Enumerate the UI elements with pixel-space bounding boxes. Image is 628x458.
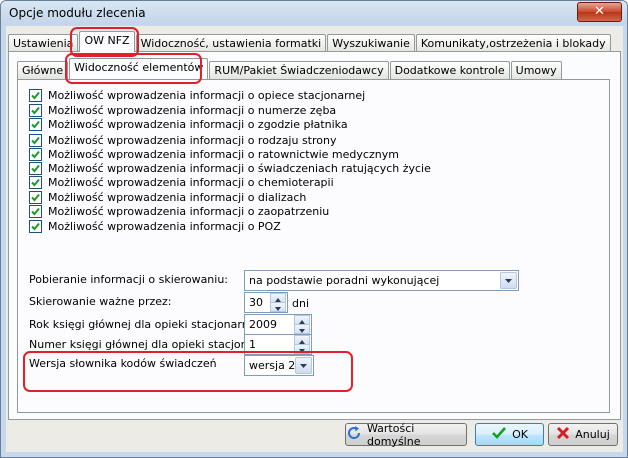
defaults-button[interactable]: Wartości domyślne <box>345 421 467 448</box>
referral-combobox[interactable]: na podstawie poradni wykonującej <box>244 270 519 291</box>
checkbox[interactable] <box>29 191 42 204</box>
checkbox-label: Możliwość wprowadzenia informacji o świa… <box>48 162 431 175</box>
dictionary-label: Wersja słownika kodów świadczeń <box>29 357 217 370</box>
dialog-client: Ustawienia OW NFZ Widoczność, ustawienia… <box>6 26 623 452</box>
checkbox[interactable] <box>29 176 42 189</box>
checkbox[interactable] <box>29 118 42 131</box>
ok-button-label: OK <box>512 428 528 441</box>
dialog-window: Opcje modułu zlecenia ✕ Ustawienia OW NF… <box>0 0 628 458</box>
top-tab-row: Ustawienia OW NFZ Widoczność, ustawienia… <box>8 31 612 52</box>
checkbox-row[interactable]: Możliwość wprowadzenia informacji o zgod… <box>29 118 348 131</box>
checkbox[interactable] <box>29 89 42 102</box>
valid-label: Skierowanie ważne przez: <box>29 295 172 308</box>
checkbox-label: Możliwość wprowadzenia informacji o zaop… <box>48 205 330 218</box>
tab-rum-pakiet[interactable]: RUM/Pakiet Świadczeniodawcy <box>209 61 389 79</box>
checkbox-row[interactable]: Możliwość wprowadzenia informacji o opie… <box>29 89 365 102</box>
spin-down-icon[interactable] <box>294 324 310 334</box>
checkbox-label: Możliwość wprowadzenia informacji o rato… <box>48 148 399 161</box>
number-spinner[interactable]: 1 <box>244 334 312 355</box>
ok-button[interactable]: OK <box>475 423 544 446</box>
chevron-down-icon[interactable] <box>500 272 517 289</box>
checkbox[interactable] <box>29 134 42 147</box>
tab-widocznosc-elementow[interactable]: Widoczność elementów <box>69 58 209 79</box>
checkbox-label: Możliwość wprowadzenia informacji o nume… <box>48 104 337 117</box>
tab-glowne[interactable]: Główne <box>17 61 69 79</box>
checkmark-icon <box>491 425 507 444</box>
refresh-icon <box>346 425 362 444</box>
cross-icon <box>556 426 570 443</box>
number-value: 1 <box>249 338 256 351</box>
cancel-button-label: Anuluj <box>575 428 610 441</box>
referral-label: Pobieranie informacji o skierowaniu: <box>29 273 229 286</box>
window-title: Opcje modułu zlecenia <box>9 6 146 20</box>
tab-komunikaty[interactable]: Komunikaty,ostrzeżenia i blokady <box>415 34 611 52</box>
number-label: Numer księgi głównej dla opieki stacjona… <box>29 338 280 351</box>
checkbox-row[interactable]: Możliwość wprowadzenia informacji o świa… <box>29 162 431 175</box>
checkbox-row[interactable]: Możliwość wprowadzenia informacji o chem… <box>29 176 334 189</box>
valid-unit: dni <box>292 297 310 310</box>
checkbox-row[interactable]: Możliwość wprowadzenia informacji o POZ <box>29 220 281 233</box>
year-label: Rok księgi głównej dla opieki stacjonarn… <box>29 318 263 331</box>
checkbox-label: Możliwość wprowadzenia informacji o dial… <box>48 191 307 204</box>
referral-value: na podstawie poradni wykonującej <box>249 274 440 287</box>
checkbox-label: Możliwość wprowadzenia informacji o POZ <box>48 220 281 233</box>
year-spinner[interactable]: 2009 <box>244 314 312 335</box>
checkbox[interactable] <box>29 205 42 218</box>
checkbox-label: Możliwość wprowadzenia informacji o zgod… <box>48 118 348 131</box>
sub-tab-row: Główne Widoczność elementów RUM/Pakiet Ś… <box>17 58 563 79</box>
cancel-button[interactable]: Anuluj <box>548 423 618 446</box>
checkbox[interactable] <box>29 220 42 233</box>
checkbox-row[interactable]: Możliwość wprowadzenia informacji o zaop… <box>29 205 329 218</box>
defaults-button-label: Wartości domyślne <box>367 421 421 448</box>
tab-widocznosc-formatki[interactable]: Widoczność, ustawienia formatki <box>135 34 327 52</box>
dictionary-value: wersja 2 <box>249 359 296 372</box>
checkbox-label: Możliwość wprowadzenia informacji o rodz… <box>48 134 337 147</box>
spin-down-icon[interactable] <box>294 344 310 354</box>
checkbox[interactable] <box>29 162 42 175</box>
tab-ustawienia[interactable]: Ustawienia <box>8 34 79 52</box>
checkbox-label: Możliwość wprowadzenia informacji o chem… <box>48 176 334 189</box>
tab-ow-nfz[interactable]: OW NFZ <box>79 31 135 52</box>
checkbox-row[interactable]: Możliwość wprowadzenia informacji o rodz… <box>29 134 337 147</box>
chevron-down-icon[interactable] <box>295 357 312 374</box>
checkbox-row[interactable]: Możliwość wprowadzenia informacji o rato… <box>29 148 399 161</box>
valid-days-spinner[interactable]: 30 <box>244 292 288 313</box>
tab-umowy[interactable]: Umowy <box>510 61 562 79</box>
spin-down-icon[interactable] <box>270 302 286 312</box>
checkbox[interactable] <box>29 148 42 161</box>
checkbox-row[interactable]: Możliwość wprowadzenia informacji o nume… <box>29 104 336 117</box>
checkbox[interactable] <box>29 104 42 117</box>
checkbox-row[interactable]: Możliwość wprowadzenia informacji o dial… <box>29 191 306 204</box>
tab-dodatkowe-kontrole[interactable]: Dodatkowe kontrole <box>389 61 510 79</box>
close-button[interactable]: ✕ <box>577 2 622 22</box>
checkbox-label: Możliwość wprowadzenia informacji o opie… <box>48 89 366 102</box>
valid-days-value: 30 <box>249 296 263 309</box>
tab-wyszukiwanie[interactable]: Wyszukiwanie <box>327 34 415 52</box>
year-value: 2009 <box>249 318 277 331</box>
title-bar[interactable]: Opcje modułu zlecenia ✕ <box>1 1 627 25</box>
dictionary-combobox[interactable]: wersja 2 <box>244 355 314 376</box>
